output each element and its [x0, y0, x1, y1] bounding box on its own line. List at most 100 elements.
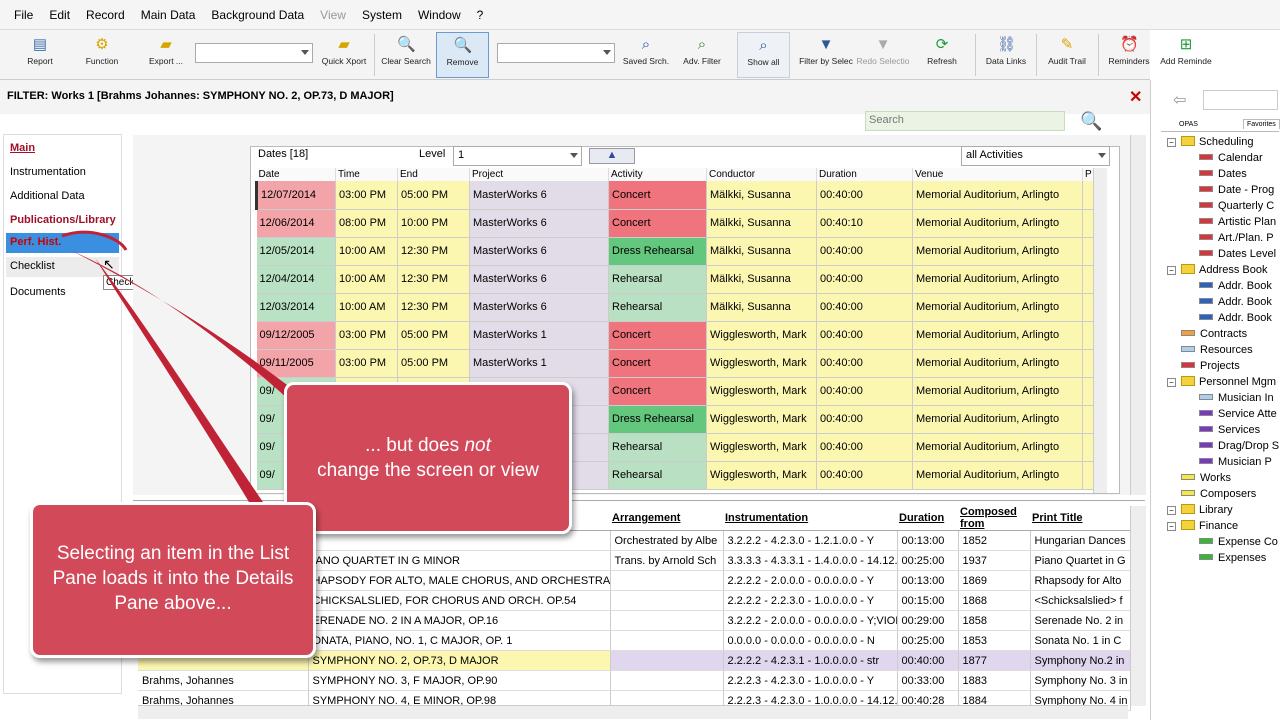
- works-cell: Sonata No. 1 in C: [1030, 630, 1131, 651]
- works-col-header[interactable]: Arrangement: [610, 506, 723, 531]
- list-icon: [1199, 442, 1213, 448]
- works-cell: 1858: [958, 610, 1031, 631]
- folder-icon: [1181, 504, 1195, 514]
- refresh-button[interactable]: ⟳ Refresh: [916, 32, 968, 78]
- tab-opas[interactable]: OPAS: [1179, 121, 1198, 128]
- tree-item[interactable]: Expense Co: [1199, 536, 1278, 548]
- list-scrollbar[interactable]: [1130, 506, 1146, 706]
- dates-cell: Mälkki, Susanna: [706, 293, 817, 322]
- tree-item[interactable]: Date - Prog: [1199, 184, 1274, 196]
- saved-search-button[interactable]: ⌕ Saved Srch.: [619, 32, 673, 78]
- reminders-icon: ⏰: [1120, 36, 1139, 53]
- redo-selection-button[interactable]: ▼ Redo Selectio: [855, 32, 911, 78]
- tree-item-label: Expense Co: [1218, 536, 1278, 548]
- works-col-header[interactable]: Print Title: [1030, 506, 1130, 531]
- tree-item[interactable]: Service Atte: [1199, 408, 1277, 420]
- tree-item[interactable]: − Finance: [1167, 520, 1238, 532]
- tree-item[interactable]: Musician P: [1199, 456, 1272, 468]
- data-links-label: Data Links: [985, 56, 1027, 66]
- filter-by-selection-button[interactable]: ▼ Filter by Selec: [798, 32, 854, 78]
- tree-item[interactable]: Projects: [1181, 360, 1240, 372]
- tree-item[interactable]: Quarterly C: [1199, 200, 1274, 212]
- link-icon: ⛓: [997, 36, 1017, 53]
- dates-scrollbar[interactable]: [1130, 135, 1146, 495]
- tree-item[interactable]: Addr. Book: [1199, 280, 1272, 292]
- tree-item[interactable]: − Library: [1167, 504, 1233, 516]
- works-cell: 1869: [958, 570, 1031, 591]
- works-cell: Symphony No.2 in: [1030, 650, 1131, 671]
- close-filter-icon[interactable]: ✕: [1129, 87, 1142, 107]
- works-col-header[interactable]: Composed from: [958, 506, 1030, 531]
- tree-item[interactable]: Drag/Drop S: [1199, 440, 1279, 452]
- tree-item[interactable]: Dates: [1199, 168, 1247, 180]
- collapse-icon[interactable]: −: [1167, 378, 1176, 387]
- tree-item[interactable]: Musician In: [1199, 392, 1274, 404]
- tree-item-label: Personnel Mgm: [1199, 376, 1277, 388]
- works-cell: 00:15:00: [897, 590, 959, 611]
- tree-item[interactable]: Services: [1199, 424, 1260, 436]
- dates-cell: Memorial Auditorium, Arlingto: [912, 321, 1083, 350]
- dates-cell: Mälkki, Susanna: [706, 265, 817, 294]
- dates-cell: Mälkki, Susanna: [706, 181, 817, 210]
- works-cell: 2.2.2.3 - 4.2.3.0 - 1.0.0.0.0 - Y: [723, 670, 898, 691]
- tree-item[interactable]: Artistic Plan: [1199, 216, 1276, 228]
- tree-item[interactable]: Calendar: [1199, 152, 1263, 164]
- tree-item[interactable]: − Personnel Mgm: [1167, 376, 1277, 388]
- tree-item[interactable]: Art./Plan. P: [1199, 232, 1274, 244]
- navigator-panel: ⇦ OPAS Favorites − Scheduling Calendar Date…: [1150, 80, 1280, 720]
- add-reminder-button[interactable]: ⊞ Add Reminde: [1156, 32, 1216, 78]
- tree-item[interactable]: Works: [1181, 472, 1231, 484]
- works-cell: [610, 650, 724, 671]
- dates-cell: 00:40:00: [816, 377, 913, 406]
- dates-cell: Wigglesworth, Mark: [706, 461, 817, 490]
- search-icon[interactable]: 🔍: [1080, 110, 1102, 132]
- data-links-button[interactable]: ⛓ Data Links: [982, 32, 1030, 78]
- collapse-icon[interactable]: −: [1167, 266, 1176, 275]
- works-col-header[interactable]: Instrumentation: [723, 506, 897, 531]
- tab-favorites[interactable]: Favorites: [1243, 119, 1280, 129]
- collapse-icon[interactable]: −: [1167, 522, 1176, 531]
- audit-trail-button[interactable]: ✎ Audit Trail: [1042, 32, 1092, 78]
- tree-item[interactable]: Resources: [1181, 344, 1253, 356]
- dates-cell: Wigglesworth, Mark: [706, 405, 817, 434]
- tree-item[interactable]: − Address Book: [1167, 264, 1267, 276]
- dates-col-header[interactable]: Venue: [912, 168, 1083, 181]
- dates-col-header[interactable]: Duration: [816, 168, 913, 181]
- dates-inner-scrollbar[interactable]: [1093, 168, 1107, 493]
- activity-filter-select[interactable]: all Activities: [961, 146, 1110, 166]
- tree-item[interactable]: Dates Level: [1199, 248, 1276, 260]
- works-col-header[interactable]: Duration: [897, 506, 958, 531]
- list-icon: [1199, 186, 1213, 192]
- works-cell: 1853: [958, 630, 1031, 651]
- tree-item[interactable]: Composers: [1181, 488, 1256, 500]
- tree-item-label: Contracts: [1200, 328, 1248, 340]
- list-icon: [1199, 282, 1213, 288]
- adv-filter-icon: ⌕: [697, 36, 707, 53]
- tree-item[interactable]: Contracts: [1181, 328, 1247, 340]
- collapse-icon[interactable]: −: [1167, 506, 1176, 515]
- dates-cell: 00:40:00: [816, 349, 913, 378]
- tree-item[interactable]: Addr. Book: [1199, 312, 1272, 324]
- search-input[interactable]: Search: [865, 111, 1065, 131]
- folder-icon: [1181, 136, 1195, 146]
- works-cell: [610, 630, 724, 651]
- dates-col-header[interactable]: Conductor: [706, 168, 817, 181]
- tree-item[interactable]: Expenses: [1199, 552, 1266, 564]
- tree-item[interactable]: Addr. Book: [1199, 296, 1272, 308]
- navigator-search-input[interactable]: [1203, 90, 1278, 110]
- works-cell: Rhapsody for Alto: [1030, 570, 1131, 591]
- back-arrow-icon[interactable]: ⇦: [1173, 90, 1186, 110]
- collapse-icon[interactable]: −: [1167, 138, 1176, 147]
- dates-cell: Mälkki, Susanna: [706, 237, 817, 266]
- dates-cell: Wigglesworth, Mark: [706, 349, 817, 378]
- show-all-button[interactable]: ⌕ Show all: [737, 32, 790, 78]
- dates-cell: Rehearsal: [608, 433, 707, 462]
- list-icon: [1199, 410, 1213, 416]
- tree-item[interactable]: − Scheduling: [1167, 136, 1253, 148]
- funnel-icon: ▼: [818, 36, 834, 53]
- tree-item-label: Library: [1199, 504, 1233, 516]
- list-icon: [1181, 490, 1195, 496]
- adv-filter-button[interactable]: ⌕ Adv. Filter: [676, 32, 728, 78]
- dates-col-header[interactable]: Activity: [608, 168, 707, 181]
- reminders-button[interactable]: ⏰ Reminders: [1104, 32, 1154, 78]
